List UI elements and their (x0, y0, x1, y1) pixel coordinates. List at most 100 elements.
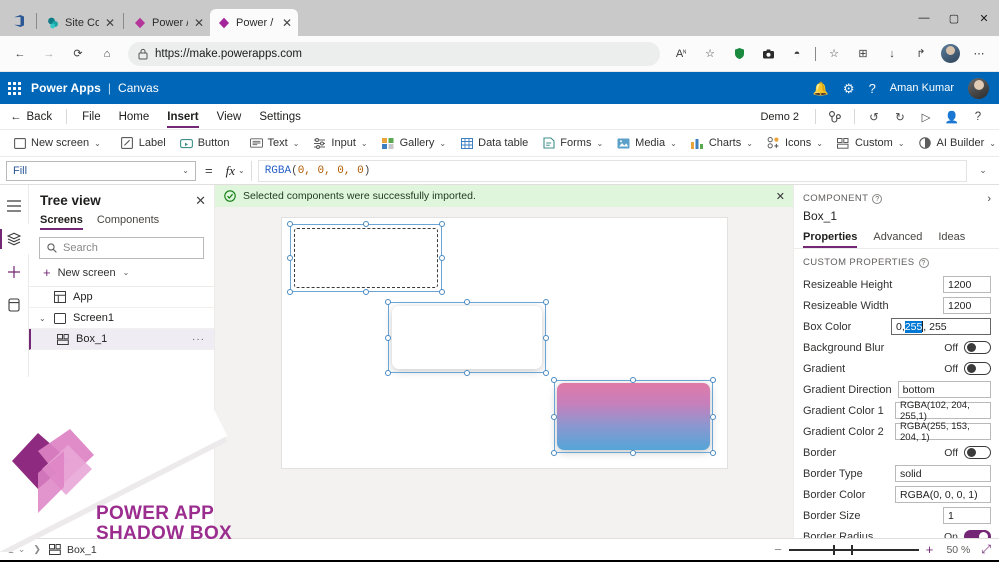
resize-handle-s[interactable] (362, 289, 369, 295)
tab-office-icon[interactable] (4, 8, 34, 34)
resize-handle-nw[interactable] (286, 221, 293, 227)
resize-handle-n[interactable] (630, 377, 636, 383)
browser-tab-powerapps-1[interactable]: Power / ✕ (126, 9, 210, 36)
property-value-input[interactable]: RGBA(255, 153, 204, 1) (895, 421, 991, 443)
close-icon[interactable]: ✕ (282, 17, 292, 29)
zoom-slider-thumb[interactable] (832, 544, 835, 555)
tree-node-box1[interactable]: Box_1 ··· (29, 329, 214, 350)
property-value-input[interactable]: bottom (897, 381, 991, 398)
rail-data-icon[interactable] (0, 290, 29, 320)
close-icon[interactable]: ✕ (105, 17, 115, 29)
zoom-slider[interactable] (788, 544, 919, 556)
close-icon[interactable]: ✕ (195, 194, 206, 207)
box-color-input[interactable]: 0, 255, 255 (891, 318, 991, 335)
fx-button[interactable]: fx ⌄ (222, 160, 252, 181)
new-screen-button[interactable]: + New screen ⌄ (29, 263, 214, 287)
avatar[interactable] (968, 77, 989, 99)
resize-handle-s[interactable] (463, 370, 470, 376)
resize-handle-ne[interactable] (709, 377, 716, 383)
resize-handle-n[interactable] (362, 221, 369, 227)
property-value-input[interactable]: 1 (943, 507, 991, 524)
resize-handle-sw[interactable] (550, 450, 557, 456)
property-selector[interactable]: Fill ⌄ (6, 160, 196, 181)
read-aloud-icon[interactable]: Aᴺ (667, 41, 695, 67)
gradient-toggle[interactable] (964, 362, 991, 375)
menu-item-file[interactable]: File (73, 104, 110, 130)
shield-icon[interactable] (725, 41, 753, 67)
property-value-input[interactable]: RGBA(0, 0, 0, 1) (895, 486, 991, 503)
resize-handle-se[interactable] (542, 370, 549, 376)
tab-screens[interactable]: Screens (40, 214, 83, 230)
ribbon-text-control[interactable]: Text ⌄ (243, 131, 307, 155)
expand-pane-icon[interactable]: › (987, 193, 991, 205)
chevron-down-icon[interactable]: ⌄ (39, 314, 47, 323)
canvas-dashed-box[interactable] (286, 221, 445, 295)
resize-handle-n[interactable] (463, 299, 470, 305)
ribbon-forms-control[interactable]: Forms ⌄ (535, 131, 610, 155)
formula-input[interactable]: RGBA(0, 0, 0, 0) (257, 159, 967, 182)
border-radius-toggle[interactable] (964, 530, 991, 538)
ribbon-media-control[interactable]: Media ⌄ (610, 131, 684, 155)
fit-screen-icon[interactable]: ⤢ (977, 542, 991, 557)
browser-tab-sharepoint[interactable]: Site Co ✕ (39, 9, 121, 36)
forward-icon[interactable]: → (35, 41, 63, 67)
ribbon-charts-control[interactable]: Charts ⌄ (684, 131, 760, 155)
share-icon[interactable]: ↱ (907, 41, 935, 67)
close-icon[interactable]: ✕ (194, 17, 204, 29)
reload-icon[interactable]: ⟳ (64, 41, 92, 67)
ribbon-gallery-control[interactable]: Gallery ⌄ (375, 131, 454, 155)
canvas-gradient-box[interactable] (550, 377, 716, 456)
ribbon-button-control[interactable]: Button (173, 131, 237, 155)
overflow-menu-icon[interactable]: ··· (192, 334, 205, 345)
canvas-shadow-box[interactable] (384, 299, 549, 376)
close-icon[interactable]: ✕ (776, 190, 785, 203)
undo-icon[interactable]: ↺ (861, 105, 887, 129)
check-app-icon[interactable] (822, 105, 848, 129)
profile-icon[interactable] (936, 41, 964, 67)
redo-icon[interactable]: ↻ (887, 105, 913, 129)
resize-handle-ne[interactable] (542, 299, 549, 305)
bell-icon[interactable]: 🔔 (813, 82, 829, 95)
background-blur-toggle[interactable] (964, 341, 991, 354)
home-icon[interactable]: ⌂ (93, 41, 121, 67)
zoom-out-button[interactable]: − (774, 543, 782, 556)
tab-components[interactable]: Components (97, 214, 159, 230)
gear-icon[interactable]: ⚙ (843, 82, 855, 95)
resize-handle-s[interactable] (630, 450, 636, 456)
formula-expand-icon[interactable]: ⌄ (973, 165, 993, 176)
property-value-input[interactable]: 1200 (943, 297, 991, 314)
play-icon[interactable]: ▷ (913, 105, 939, 129)
search-input[interactable]: Search (39, 237, 204, 259)
resize-handle-ne[interactable] (438, 221, 445, 227)
border-toggle[interactable] (964, 446, 991, 459)
resize-handle-w[interactable] (550, 413, 557, 420)
help-icon[interactable]: ? (965, 105, 991, 129)
browser-tab-powerapps-2-active[interactable]: Power / ✕ (210, 9, 298, 36)
ribbon-custom-control[interactable]: Custom ⌄ (830, 131, 912, 155)
property-value-input[interactable]: 1200 (943, 276, 991, 293)
question-icon[interactable]: ? (869, 82, 876, 95)
resize-handle-nw[interactable] (384, 299, 391, 305)
favorites-icon[interactable]: ☆ (820, 41, 848, 67)
back-button[interactable]: ← Back (8, 111, 60, 123)
chevron-down-icon[interactable]: ⌄ (18, 544, 26, 555)
close-window-button[interactable]: ✕ (969, 7, 999, 29)
browser-essentials-icon[interactable]: ◓ (783, 41, 811, 67)
resize-handle-se[interactable] (709, 450, 716, 456)
property-value-input[interactable]: solid (895, 465, 991, 482)
menu-item-home[interactable]: Home (110, 104, 159, 130)
address-bar[interactable]: https://make.powerapps.com (128, 41, 660, 66)
property-value-input[interactable]: RGBA(102, 204, 255,1) (895, 400, 991, 422)
ribbon-input-control[interactable]: Input ⌄ (306, 131, 374, 155)
resize-handle-e[interactable] (438, 255, 445, 261)
rail-insert-icon[interactable] (0, 257, 29, 287)
share-user-icon[interactable]: 👤 (939, 105, 965, 129)
app-canvas[interactable] (281, 218, 727, 468)
hamburger-menu-icon[interactable] (0, 191, 29, 221)
rail-tree-view-icon[interactable] (0, 224, 29, 254)
resize-handle-w[interactable] (286, 255, 293, 261)
back-icon[interactable]: ← (6, 41, 34, 67)
minimize-button[interactable]: — (909, 7, 939, 29)
add-favorite-icon[interactable]: ☆ (696, 41, 724, 67)
ribbon-ai-builder-control[interactable]: AI Builder ⌄ (912, 131, 999, 155)
